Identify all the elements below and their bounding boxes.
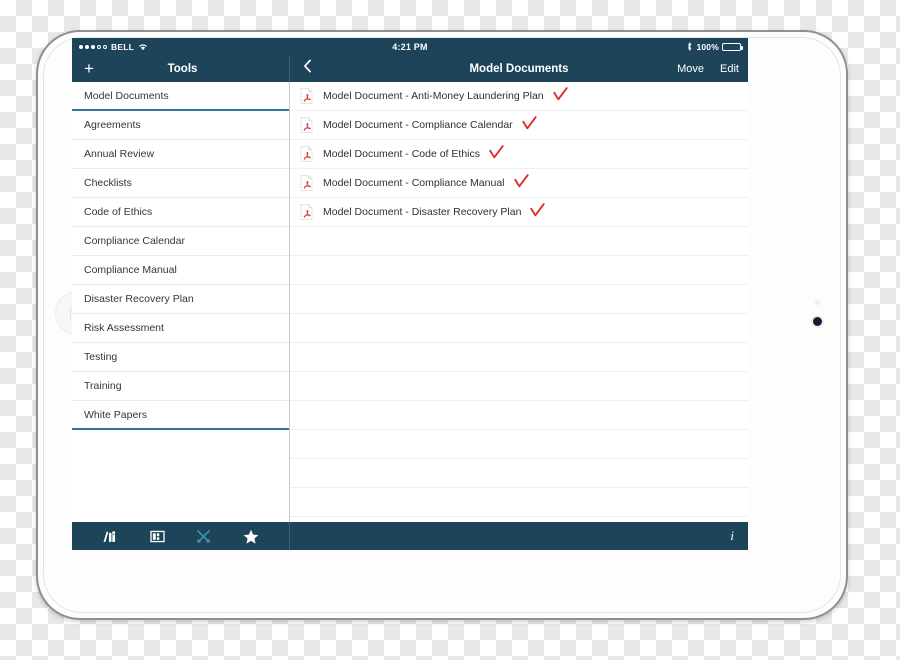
sidebar-item-label: White Papers bbox=[84, 408, 148, 421]
checkmark-icon bbox=[530, 202, 546, 222]
battery-percent-label: 100% bbox=[696, 41, 719, 52]
pdf-icon bbox=[300, 116, 313, 133]
sidebar-item-disaster-recovery-plan[interactable]: Disaster Recovery Plan bbox=[72, 285, 289, 314]
sidebar-item-compliance-manual[interactable]: Compliance Manual bbox=[72, 256, 289, 285]
sidebar-item-compliance-calendar[interactable]: Compliance Calendar bbox=[72, 227, 289, 256]
checkmark-icon bbox=[489, 144, 504, 164]
sidebar-item-white-papers[interactable]: White Papers bbox=[72, 401, 289, 430]
document-row[interactable]: Model Document - Compliance Calendar bbox=[290, 111, 748, 140]
sidebar-navigation-bar: + Tools bbox=[72, 55, 290, 82]
sidebar-item-model-documents[interactable]: Model Documents bbox=[72, 82, 289, 111]
document-list: Model Document - Anti-Money Laundering P… bbox=[290, 82, 748, 522]
tools-icon[interactable] bbox=[196, 529, 211, 544]
sidebar-item-training[interactable]: Training bbox=[72, 372, 289, 401]
sidebar-item-label: Disaster Recovery Plan bbox=[84, 293, 194, 305]
battery-icon bbox=[722, 42, 743, 51]
chevron-left-icon bbox=[303, 59, 312, 78]
sidebar-item-annual-review[interactable]: Annual Review bbox=[72, 140, 289, 169]
document-row[interactable]: Model Document - Code of Ethics bbox=[290, 140, 748, 169]
document-label: Model Document - Code of Ethics bbox=[323, 148, 480, 160]
edit-button[interactable]: Edit bbox=[720, 63, 739, 75]
sidebar-item-label: Agreements bbox=[84, 119, 141, 131]
checkmark-icon bbox=[521, 115, 537, 135]
sidebar-item-label: Compliance Calendar bbox=[84, 235, 185, 247]
sidebar-item-testing[interactable]: Testing bbox=[72, 343, 289, 372]
sidebar-item-label: Annual Review bbox=[84, 148, 155, 160]
document-label: Model Document - Disaster Recovery Plan bbox=[323, 206, 522, 218]
tablet-screen: BELL 4:21 PM 100% + Tools Model Document… bbox=[72, 38, 748, 550]
ambient-sensor bbox=[815, 300, 820, 305]
carrier-name: BELL bbox=[111, 41, 134, 52]
document-row-empty bbox=[290, 401, 748, 430]
sidebar-list: Model Documents Agreements Annual Review Ch… bbox=[72, 82, 290, 522]
document-row[interactable]: Model Document - Compliance Manual bbox=[290, 169, 748, 198]
signal-strength-icon bbox=[79, 44, 107, 49]
sidebar-item-risk-assessment[interactable]: Risk Assessment bbox=[72, 314, 289, 343]
front-camera-lens bbox=[813, 317, 822, 326]
status-bar-left: BELL bbox=[79, 42, 148, 52]
document-row[interactable]: Model Document - Anti-Money Laundering P… bbox=[290, 82, 748, 111]
sidebar-item-label: Risk Assessment bbox=[84, 322, 164, 334]
document-row-empty bbox=[290, 430, 748, 459]
sidebar-title: Tools bbox=[167, 62, 198, 75]
checkmark-icon bbox=[552, 86, 568, 106]
add-button[interactable]: + bbox=[72, 60, 106, 77]
pdf-icon bbox=[300, 87, 313, 104]
toolbar-right: i bbox=[290, 522, 748, 550]
document-row-empty bbox=[290, 459, 748, 488]
document-row-empty bbox=[290, 227, 748, 256]
status-bar-right: 100% bbox=[686, 41, 743, 52]
sidebar-item-checklists[interactable]: Checklists bbox=[72, 169, 289, 198]
bottom-toolbar: i bbox=[72, 522, 748, 550]
move-button[interactable]: Move bbox=[677, 63, 704, 75]
sidebar-item-label: Testing bbox=[84, 351, 118, 363]
bluetooth-icon bbox=[686, 42, 693, 51]
document-label: Model Document - Compliance Manual bbox=[323, 177, 505, 189]
navigation-bar: + Tools Model Documents Move Edit bbox=[72, 55, 748, 82]
wifi-icon bbox=[138, 43, 148, 51]
sidebar-item-label: Code of Ethics bbox=[84, 206, 153, 218]
checkmark-icon bbox=[513, 173, 529, 193]
content-navigation-bar: Model Documents Move Edit bbox=[290, 55, 748, 82]
pdf-icon bbox=[300, 174, 313, 191]
nav-actions: Move Edit bbox=[677, 63, 739, 75]
library-grid-icon[interactable] bbox=[149, 530, 165, 543]
toolbar-icons bbox=[72, 522, 290, 550]
sidebar-item-label: Compliance Manual bbox=[84, 264, 177, 276]
pdf-icon bbox=[300, 203, 313, 220]
document-row-empty bbox=[290, 285, 748, 314]
document-row-empty bbox=[290, 343, 748, 372]
sidebar-item-code-of-ethics[interactable]: Code of Ethics bbox=[72, 198, 289, 227]
star-icon[interactable] bbox=[243, 529, 259, 544]
document-label: Model Document - Compliance Calendar bbox=[323, 119, 513, 131]
sidebar-item-label: Model Documents bbox=[84, 89, 169, 102]
document-row-empty bbox=[290, 256, 748, 285]
content-area: Model Documents Agreements Annual Review Ch… bbox=[72, 82, 748, 522]
document-row[interactable]: Model Document - Disaster Recovery Plan bbox=[290, 198, 748, 227]
sidebar-item-label: Checklists bbox=[84, 177, 132, 189]
info-button[interactable]: i bbox=[730, 528, 734, 544]
books-icon[interactable] bbox=[102, 530, 118, 543]
pdf-icon bbox=[300, 145, 313, 162]
document-row-empty bbox=[290, 488, 748, 517]
sidebar-item-label: Training bbox=[84, 380, 122, 392]
document-row-empty bbox=[290, 314, 748, 343]
status-bar: BELL 4:21 PM 100% bbox=[72, 38, 748, 55]
back-button[interactable] bbox=[296, 59, 318, 78]
document-row-empty bbox=[290, 372, 748, 401]
status-bar-time: 4:21 PM bbox=[392, 41, 428, 52]
document-label: Model Document - Anti-Money Laundering P… bbox=[323, 90, 544, 102]
sidebar-item-agreements[interactable]: Agreements bbox=[72, 111, 289, 140]
